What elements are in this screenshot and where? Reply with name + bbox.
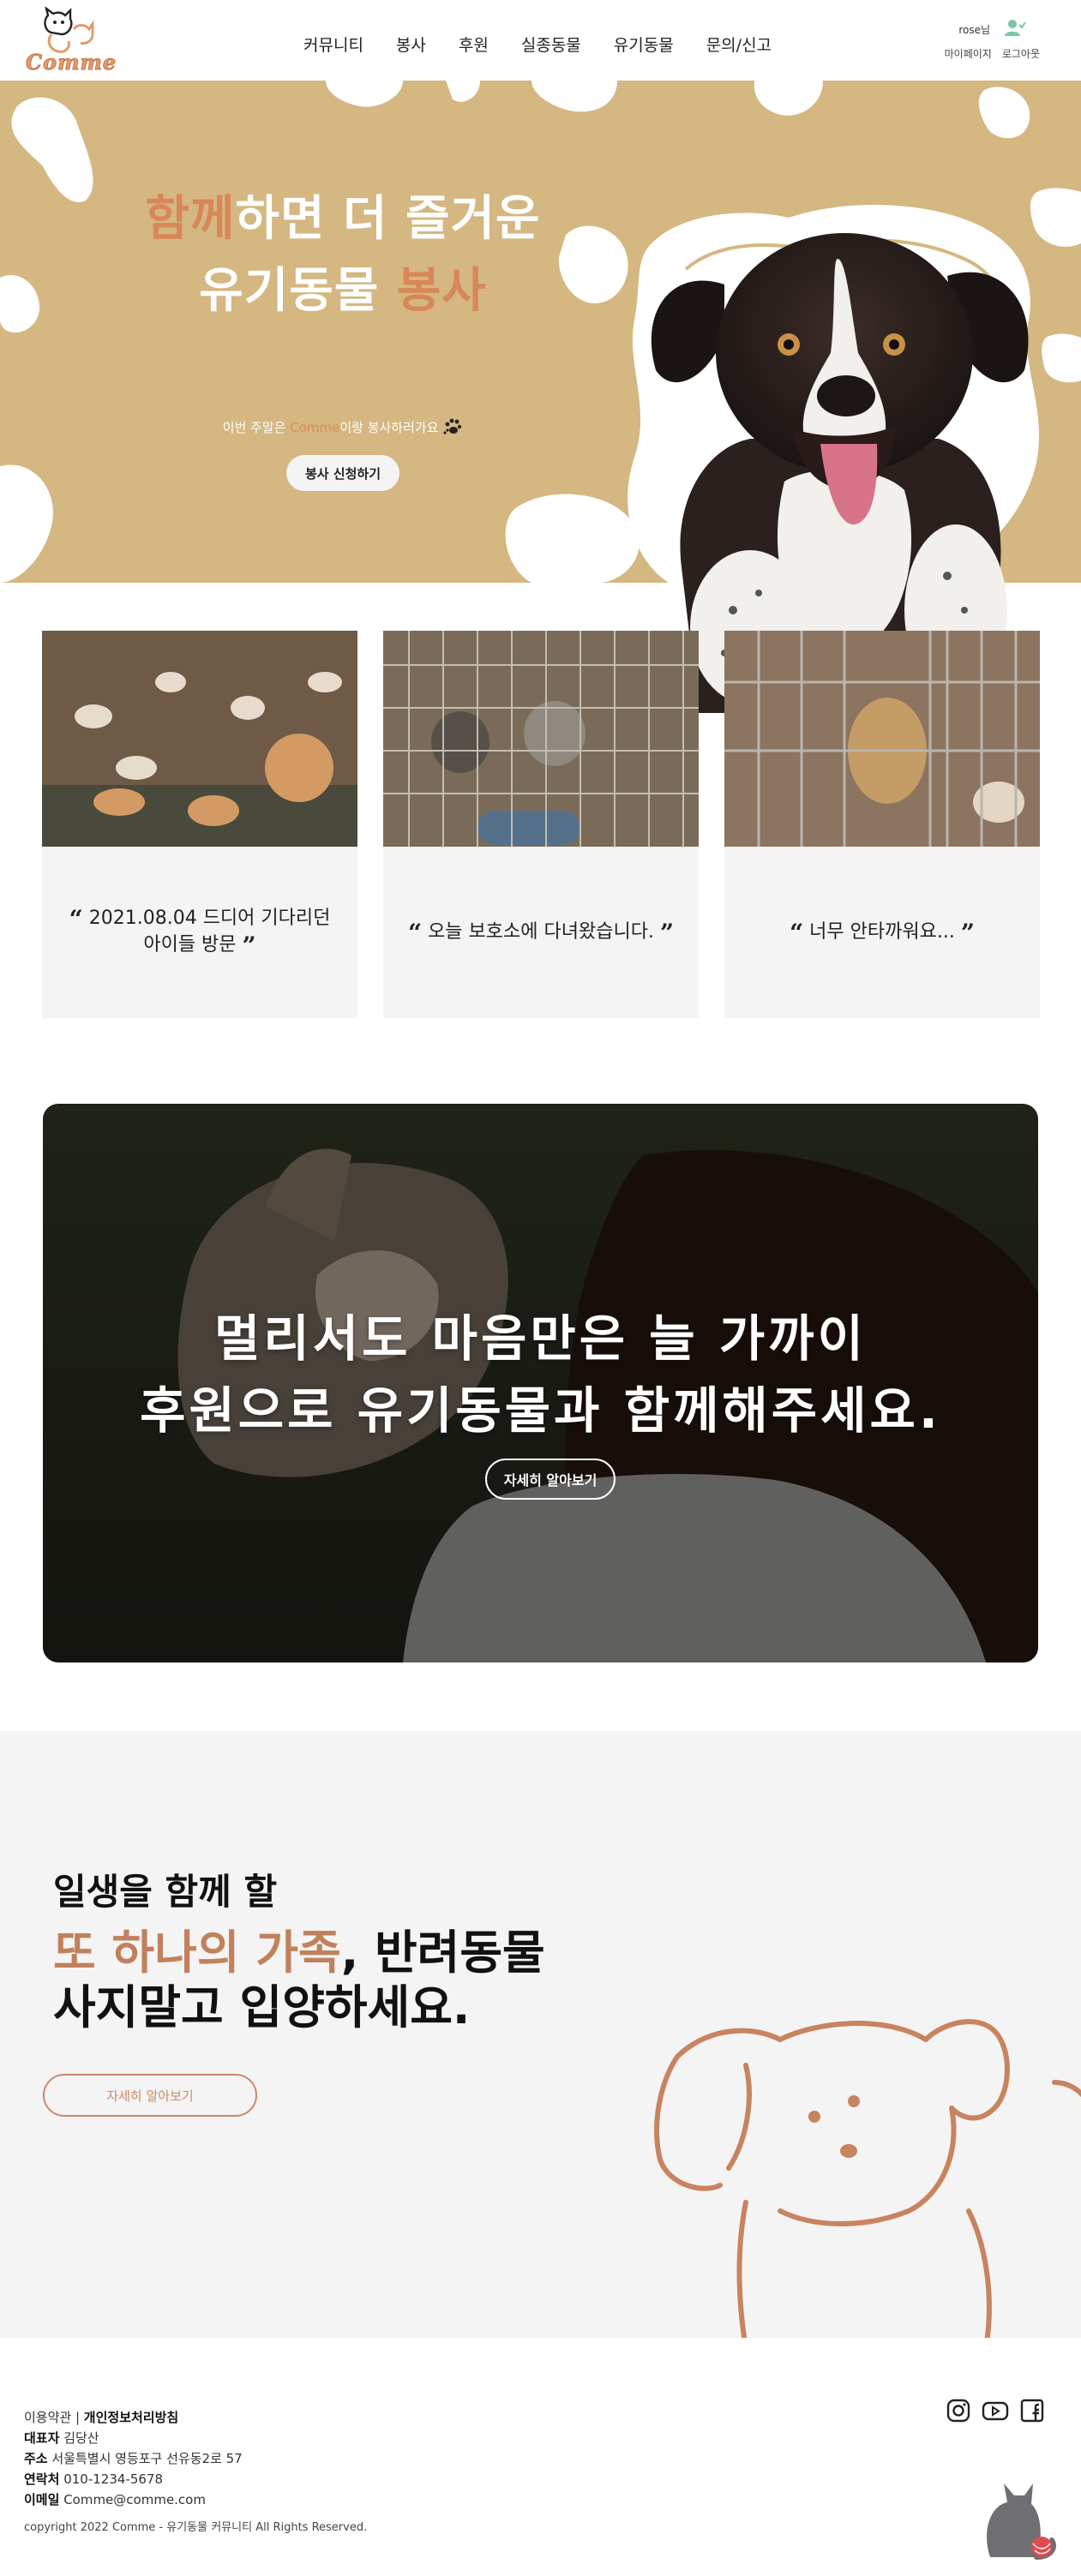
nav-missing-animals[interactable]: 실종동물 — [521, 33, 581, 56]
donation-learn-more-button[interactable]: 자세히 알아보기 — [485, 1459, 616, 1500]
footer-phone: 연락처 010-1234-5678 — [24, 2470, 163, 2488]
nav-volunteer[interactable]: 봉사 — [396, 33, 426, 56]
hero-sub-text-2: 이랑 봉사하러가요 — [339, 420, 439, 435]
hero-title-line2: 유기동물 — [199, 263, 397, 319]
dog-behind-bars-photo — [724, 631, 1040, 847]
adopt-line1: 일생을 함께 할 — [53, 1871, 278, 1913]
adopt-learn-more-button[interactable]: 자세히 알아보기 — [43, 2074, 257, 2117]
copyright: copyright 2022 Comme - 유기동물 커뮤니티 All Rig… — [24, 2521, 368, 2534]
user-check-icon[interactable] — [1004, 17, 1026, 38]
review-cards: “ 2021.08.04 드디어 기다리던 아이들 방문 ” “ 오늘 보호소에… — [42, 631, 1040, 1018]
hero-title-accent-1: 함께 — [145, 191, 236, 247]
shelter-dogs-photo — [42, 631, 357, 847]
banner-title-line1: 멀리서도 마음만은 늘 가까이 — [214, 1309, 867, 1368]
dog-line-drawing — [654, 2019, 1081, 2338]
hero-title-accent-2: 봉사 — [396, 263, 487, 319]
review-card-text: “ 2021.08.04 드디어 기다리던 아이들 방문 ” — [69, 905, 331, 960]
adopt-line3: 사지말고 입양하세요. — [53, 1980, 471, 2034]
review-card[interactable]: “ 오늘 보호소에 다녀왔습니다. ” — [383, 631, 699, 1018]
user-links: 마이페이지 로그아웃 — [934, 46, 1040, 61]
review-card-text: “ 오늘 보호소에 다녀왔습니다. ” — [407, 918, 675, 947]
review-card[interactable]: “ 2021.08.04 드디어 기다리던 아이들 방문 ” — [42, 631, 357, 1018]
footer-address: 주소 서울특별시 영등포구 선유동2로 57 — [24, 2449, 243, 2467]
review-card[interactable]: “ 너무 안타까워요... ” — [724, 631, 1040, 1018]
facebook-icon[interactable] — [1019, 2398, 1045, 2423]
adoption-section: 일생을 함께 할 또 하나의 가족, 반려동물 사지말고 입양하세요. 자세히 … — [0, 1731, 1081, 2338]
hero-title-line1: 하면 더 즐거운 — [235, 191, 541, 247]
hero-section: 함께하면 더 즐거운 유기동물 봉사 이번 주말은 Comme이랑 봉사하러가요… — [0, 81, 1081, 713]
caged-dogs-photo — [383, 631, 699, 847]
donation-banner: 멀리서도 마음만은 늘 가까이 후원으로 유기동물과 함께해주세요. 자세히 알… — [43, 1104, 1038, 1662]
addr-label: 주소 — [24, 2451, 48, 2466]
review-text-1: 2021.08.04 드디어 기다리던 아이들 방문 — [88, 908, 331, 956]
instagram-icon[interactable] — [946, 2398, 971, 2423]
rep-value: 김당산 — [63, 2430, 99, 2446]
footer-representative: 대표자 김당산 — [24, 2429, 99, 2447]
privacy-link[interactable]: 개인정보처리방침 — [84, 2410, 178, 2425]
rep-label: 대표자 — [24, 2430, 60, 2446]
mypage-link[interactable]: 마이페이지 — [945, 48, 992, 60]
footer-email: 이메일 Comme@comme.com — [24, 2490, 206, 2508]
banner-title: 멀리서도 마음만은 늘 가까이 후원으로 유기동물과 함께해주세요. — [43, 1303, 1038, 1447]
hero-subtitle: 이번 주말은 Comme이랑 봉사하러가요 — [0, 416, 686, 437]
footer-links: 이용약관 | 개인정보처리방침 — [24, 2410, 179, 2425]
logo[interactable]: Comme — [24, 7, 118, 75]
nav-community[interactable]: 커뮤니티 — [303, 33, 363, 56]
review-text-2: 오늘 보호소에 다녀왔습니다. — [428, 920, 654, 943]
banner-title-line2: 후원으로 유기동물과 함께해주세요. — [140, 1381, 941, 1440]
nav-donate[interactable]: 후원 — [459, 33, 489, 56]
email-value: Comme@comme.com — [63, 2492, 206, 2507]
user-name: rose님 — [958, 24, 990, 36]
youtube-icon[interactable] — [982, 2398, 1009, 2423]
site-header: Comme 커뮤니티 봉사 후원 실종동물 유기동물 문의/신고 rose님 마… — [0, 0, 1081, 81]
user-area: rose님 마이페이지 로그아웃 — [928, 17, 1040, 69]
cat-with-yarn-icon — [987, 2483, 1056, 2560]
nav-inquiry-report[interactable]: 문의/신고 — [706, 33, 772, 56]
review-text-3: 너무 안타까워요... — [809, 920, 955, 943]
hero-sub-text-1: 이번 주말은 — [222, 420, 291, 435]
nav-abandoned-animals[interactable]: 유기동물 — [614, 33, 674, 56]
logo-text: Comme — [25, 50, 117, 75]
cat-dog-logo-icon — [44, 7, 94, 53]
hero-title: 함께하면 더 즐거운 유기동물 봉사 — [0, 183, 686, 327]
main-nav: 커뮤니티 봉사 후원 실종동물 유기동물 문의/신고 — [303, 33, 804, 56]
terms-link[interactable]: 이용약관 — [24, 2410, 71, 2425]
logout-link[interactable]: 로그아웃 — [1002, 48, 1040, 60]
review-card-text: “ 너무 안타까워요... ” — [790, 918, 975, 947]
email-label: 이메일 — [24, 2492, 60, 2507]
addr-value: 서울특별시 영등포구 선유동2로 57 — [51, 2451, 243, 2466]
sns-links — [946, 2398, 1045, 2423]
site-footer: 이용약관 | 개인정보처리방침 대표자 김당산 주소 서울특별시 영등포구 선유… — [0, 2338, 1081, 2576]
paw-icon — [443, 418, 462, 434]
tel-label: 연락처 — [24, 2471, 60, 2487]
volunteer-apply-button[interactable]: 봉사 신청하기 — [286, 455, 399, 491]
tel-value: 010-1234-5678 — [63, 2471, 163, 2487]
hero-sub-brand: Comme — [290, 420, 340, 435]
